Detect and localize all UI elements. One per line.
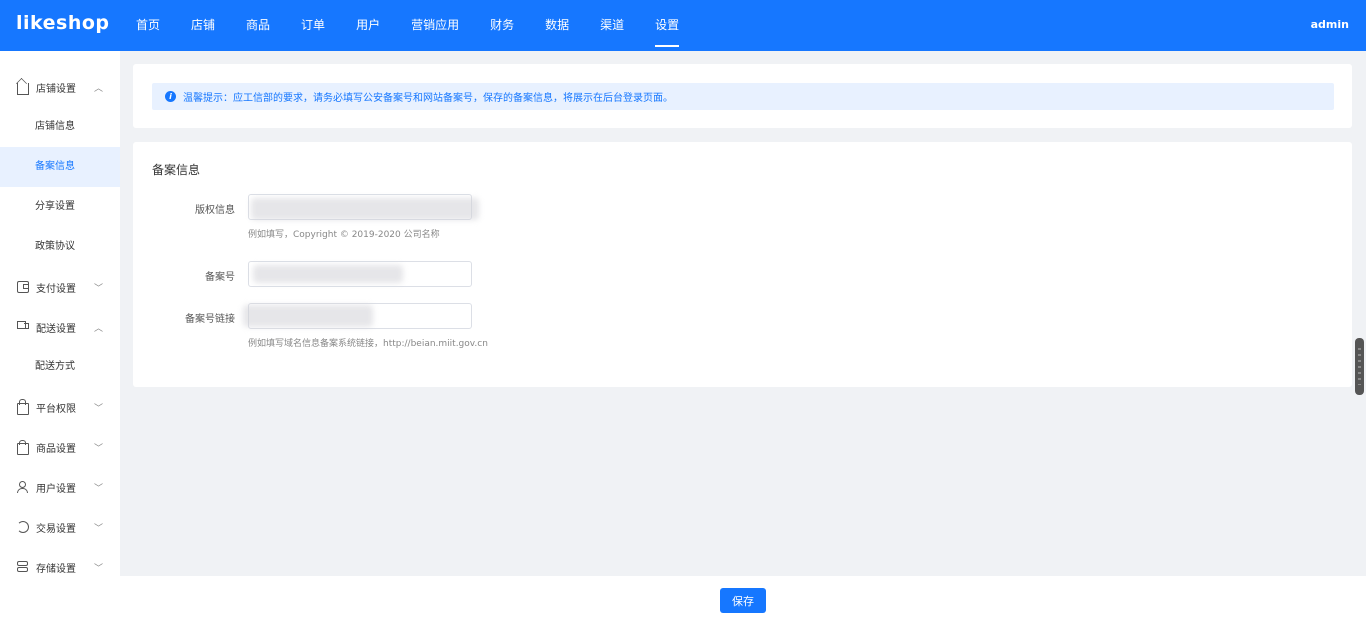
- user-menu[interactable]: admin: [1311, 18, 1349, 31]
- top-navbar: likeshop 首页 店铺 商品 订单 用户 营销应用 财务 数据 渠道 设置…: [0, 0, 1366, 51]
- sidebar-item-policy[interactable]: 政策协议: [0, 227, 120, 267]
- sidebar-group-payment-settings[interactable]: 支付设置 ﹀: [0, 267, 120, 307]
- nav-item-goods[interactable]: 商品: [246, 0, 270, 51]
- nav-item-settings[interactable]: 设置: [655, 0, 680, 51]
- sidebar-group-platform-permissions[interactable]: 平台权限 ﹀: [0, 387, 120, 427]
- nav-item-marketing[interactable]: 营销应用: [411, 0, 459, 51]
- footer-bar: 保存: [0, 576, 1366, 625]
- main-nav: 首页 店铺 商品 订单 用户 营销应用 财务 数据 渠道 设置: [136, 0, 710, 51]
- save-button[interactable]: 保存: [720, 588, 766, 613]
- truck-icon: [17, 321, 29, 333]
- wallet-icon: [17, 281, 29, 293]
- sidebar-group-label: 存储设置: [36, 563, 76, 575]
- tip-card: i 温馨提示：应工信部的要求，请务必填写公安备案号和网站备案号，保存的备案信息，…: [133, 64, 1352, 128]
- exchange-icon: [17, 521, 29, 533]
- nav-item-home[interactable]: 首页: [136, 0, 160, 51]
- record-form-card: 备案信息 版权信息 例如填写，Copyright © 2019-2020 公司名…: [133, 142, 1352, 387]
- store-home-icon: [17, 82, 29, 95]
- redacted-value: [243, 305, 373, 327]
- redacted-value: [253, 265, 403, 283]
- sidebar-group-shop-settings[interactable]: 店铺设置 ︿: [0, 67, 120, 107]
- chevron-down-icon: ﹀: [94, 564, 104, 574]
- chevron-down-icon: ﹀: [94, 284, 104, 294]
- info-icon: i: [165, 91, 176, 102]
- form-title: 备案信息: [152, 163, 201, 177]
- tip-text: 温馨提示：应工信部的要求，请务必填写公安备案号和网站备案号，保存的备案信息，将展…: [183, 93, 673, 104]
- tip-alert: i 温馨提示：应工信部的要求，请务必填写公安备案号和网站备案号，保存的备案信息，…: [152, 83, 1334, 110]
- sidebar-group-label: 平台权限: [36, 403, 76, 415]
- record-link-hint: 例如填写域名信息备案系统链接，http://beian.miit.gov.cn: [248, 339, 488, 349]
- nav-item-finance[interactable]: 财务: [490, 0, 514, 51]
- nav-item-shop[interactable]: 店铺: [191, 0, 215, 51]
- page-scrollbar[interactable]: [1355, 338, 1364, 395]
- copyright-label: 版权信息: [195, 205, 235, 216]
- copyright-hint: 例如填写，Copyright © 2019-2020 公司名称: [248, 230, 440, 240]
- sidebar-group-user-settings[interactable]: 用户设置 ﹀: [0, 467, 120, 507]
- lock-icon: [17, 399, 29, 415]
- storage-icon: [17, 561, 29, 573]
- sidebar-group-label: 交易设置: [36, 523, 76, 535]
- chevron-up-icon: ︿: [94, 324, 104, 334]
- nav-item-channels[interactable]: 渠道: [600, 0, 624, 51]
- sidebar-group-label: 商品设置: [36, 443, 76, 455]
- record-number-label: 备案号: [205, 272, 235, 283]
- sidebar-item-shop-info[interactable]: 店铺信息: [0, 107, 120, 147]
- sidebar-group-label: 支付设置: [36, 283, 76, 295]
- nav-item-data[interactable]: 数据: [545, 0, 569, 51]
- sidebar-item-share-settings[interactable]: 分享设置: [0, 187, 120, 227]
- sidebar-group-label: 店铺设置: [36, 83, 76, 95]
- chevron-up-icon: ︿: [94, 84, 104, 94]
- sidebar-item-record-info[interactable]: 备案信息: [0, 147, 120, 187]
- record-link-label: 备案号链接: [185, 314, 235, 325]
- sidebar-group-delivery-settings[interactable]: 配送设置 ︿: [0, 307, 120, 347]
- chevron-down-icon: ﹀: [94, 404, 104, 414]
- chevron-down-icon: ﹀: [94, 444, 104, 454]
- sidebar-group-goods-settings[interactable]: 商品设置 ﹀: [0, 427, 120, 467]
- sidebar-group-label: 用户设置: [36, 483, 76, 495]
- user-icon: [17, 481, 29, 493]
- nav-item-orders[interactable]: 订单: [301, 0, 325, 51]
- chevron-down-icon: ﹀: [94, 484, 104, 494]
- chevron-down-icon: ﹀: [94, 524, 104, 534]
- sidebar-group-label: 配送设置: [36, 323, 76, 335]
- sidebar-item-delivery-method[interactable]: 配送方式: [0, 347, 120, 387]
- bag-icon: [17, 439, 29, 455]
- sidebar-group-trade-settings[interactable]: 交易设置 ﹀: [0, 507, 120, 547]
- nav-item-users[interactable]: 用户: [356, 0, 380, 51]
- logo[interactable]: likeshop: [16, 12, 110, 34]
- redacted-value: [251, 198, 479, 220]
- sidebar: 店铺设置 ︿ 店铺信息 备案信息 分享设置 政策协议 支付设置 ﹀ 配送设置 ︿…: [0, 51, 120, 576]
